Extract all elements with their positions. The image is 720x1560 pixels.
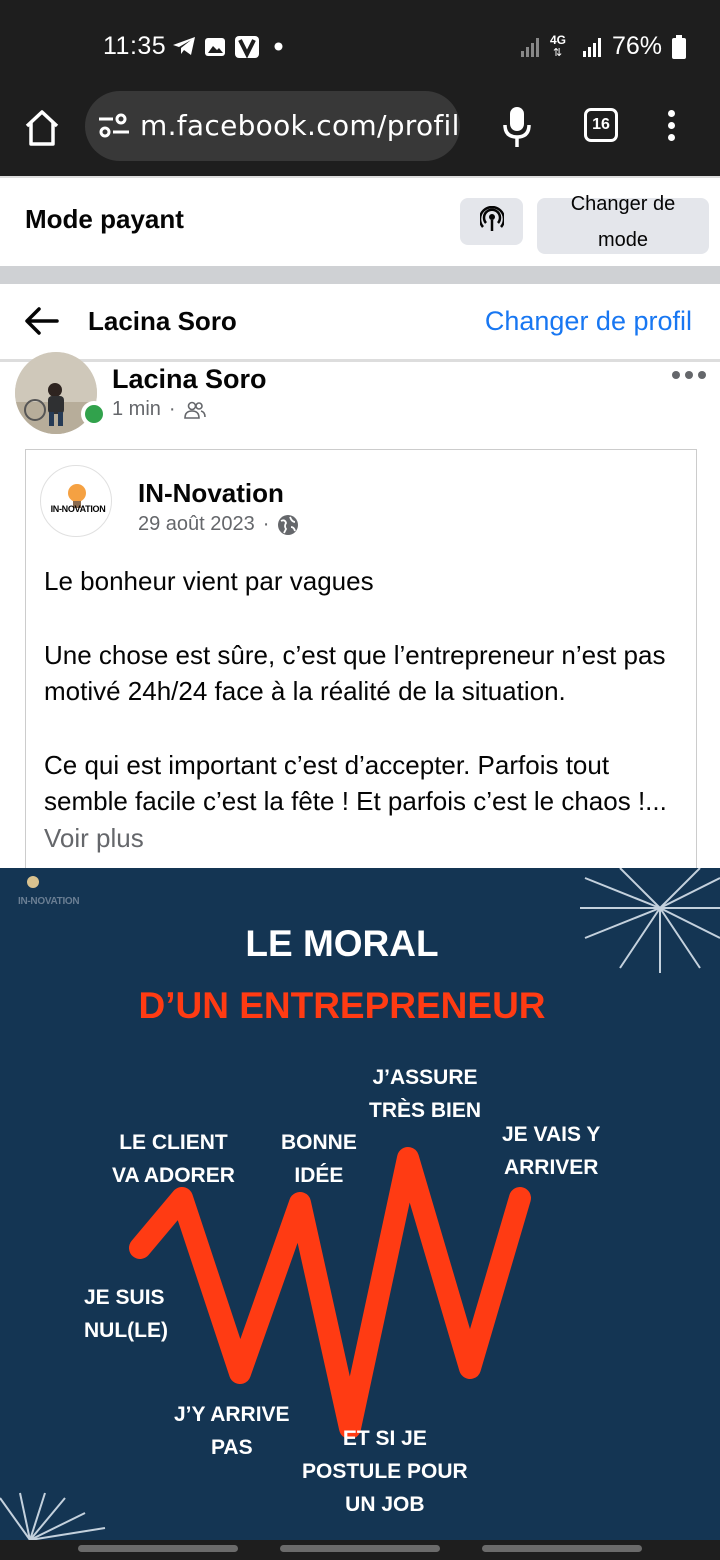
meta-separator: · <box>168 398 176 420</box>
shared-post-card[interactable]: IN-NOVATION IN-Novation 29 août 2023 · L… <box>25 449 697 869</box>
label-line: JE SUIS <box>84 1286 165 1309</box>
profile-name: Lacina Soro <box>88 306 237 336</box>
broadcast-button[interactable] <box>460 198 523 245</box>
page-logo[interactable]: IN-NOVATION <box>40 465 112 537</box>
battery-percent: 76% <box>611 32 662 60</box>
label-line: J’ASSURE <box>372 1066 478 1089</box>
post-paragraph: Une chose est sûre, c’est que l’entrepre… <box>44 639 666 707</box>
shared-page-name[interactable]: IN-Novation <box>138 478 284 509</box>
post-author-name[interactable]: Lacina Soro <box>112 364 267 395</box>
site-settings-icon[interactable] <box>97 113 131 139</box>
page-logo-text: IN-NOVATION <box>50 504 106 514</box>
address-bar[interactable]: m.facebook.com/profile <box>85 91 460 161</box>
lightbulb-logo-icon <box>68 484 86 508</box>
battery-icon <box>672 34 686 59</box>
profile-header: Lacina Soro Changer de profil <box>0 284 720 362</box>
data-arrows-icon: ⇅ <box>552 46 563 59</box>
status-bar: 11:35 4G ⇅ 76% <box>0 0 720 88</box>
label-line: PAS <box>210 1436 253 1459</box>
telegram-icon <box>173 37 195 55</box>
shared-post-meta: 29 août 2023 · <box>138 513 299 536</box>
post-paragraph-last: Ce qui est important c’est d’accepter. P… <box>44 747 684 857</box>
label-vais-arriver: JE VAIS Y ARRIVER <box>502 1118 600 1184</box>
app-v-icon <box>235 36 259 59</box>
label-line: LE CLIENT <box>119 1131 228 1154</box>
label-je-suis-nul: JE SUIS NUL(LE) <box>84 1281 168 1347</box>
signal-icon <box>520 37 539 57</box>
label-assure-tres-bien: J’ASSURE TRÈS BIEN <box>369 1061 481 1127</box>
label-line: BONNE <box>281 1131 357 1154</box>
status-right: 4G ⇅ 76% <box>520 32 686 61</box>
friends-audience-icon[interactable] <box>183 401 206 419</box>
network-label: 4G <box>549 32 566 47</box>
label-client-adorer: LE CLIENT VA ADORER <box>112 1126 235 1192</box>
mood-wave <box>129 1147 531 1439</box>
shared-meta-separator: · <box>262 513 270 535</box>
system-nav-bar <box>0 1540 720 1560</box>
post-options-icon[interactable] <box>672 371 708 383</box>
change-mode-button[interactable]: Changer de mode <box>537 193 709 254</box>
paid-mode-bar: Mode payant Changer de mode <box>0 176 720 266</box>
label-line: JE VAIS Y <box>502 1123 601 1146</box>
label-line: TRÈS BIEN <box>369 1099 482 1122</box>
post-image[interactable]: IN-NOVATION LE MORAL D’UN ENTREPRENEUR J… <box>0 868 720 1540</box>
tab-switcher-button[interactable]: 16 <box>584 108 618 142</box>
gallery-icon <box>205 38 225 56</box>
post-time[interactable]: 1 min <box>112 398 161 421</box>
url-text: m.facebook.com/profile <box>140 109 460 142</box>
image-title: LE MORAL <box>245 923 439 964</box>
post-paragraph: Le bonheur vient par vagues <box>44 566 374 596</box>
mode-title: Mode payant <box>25 204 184 234</box>
post-paragraph-text: Ce qui est important c’est d’accepter. P… <box>44 749 667 817</box>
post-meta: 1 min · <box>112 398 206 421</box>
label-line: ET SI JE <box>342 1427 427 1450</box>
microphone-icon[interactable] <box>502 105 532 149</box>
network-type: 4G ⇅ <box>549 32 572 59</box>
dot-icon <box>274 42 283 51</box>
change-mode-label-1: Changer de <box>570 193 676 215</box>
broadcast-icon <box>480 206 504 231</box>
status-time: 11:35 <box>103 32 167 60</box>
signal-4g-icon <box>582 37 601 57</box>
shared-post-date[interactable]: 29 août 2023 <box>138 513 255 536</box>
change-mode-label-2: mode <box>597 229 649 251</box>
label-line: ARRIVER <box>503 1156 599 1179</box>
post-body: Le bonheur vient par vagues Une chose es… <box>44 563 684 856</box>
label-line: POSTULE POUR <box>302 1460 468 1483</box>
label-postule-job: ET SI JE POSTULE POUR UN JOB <box>302 1422 468 1521</box>
nav-handle-right[interactable] <box>482 1545 642 1552</box>
section-divider <box>0 266 720 284</box>
label-line: IDÉE <box>294 1164 344 1187</box>
burst-decoration-bottom <box>0 1492 106 1540</box>
globe-icon[interactable] <box>277 514 299 536</box>
switch-profile-link[interactable]: Changer de profil <box>485 306 692 337</box>
image-brand-text: IN-NOVATION <box>18 896 80 907</box>
back-arrow-icon[interactable] <box>24 306 60 336</box>
label-bonne-idee: BONNE IDÉE <box>281 1126 357 1192</box>
online-status-dot <box>81 401 107 427</box>
nav-handle-center[interactable] <box>280 1545 440 1552</box>
home-icon[interactable] <box>24 108 60 148</box>
nav-handle-left[interactable] <box>78 1545 238 1552</box>
label-jy-arrive-pas: J’Y ARRIVE PAS <box>174 1398 290 1464</box>
label-line: NUL(LE) <box>84 1319 168 1342</box>
label-line: UN JOB <box>345 1493 425 1516</box>
label-line: J’Y ARRIVE <box>174 1403 290 1426</box>
browser-menu-icon[interactable] <box>666 110 676 144</box>
brand-bulb-icon <box>27 876 39 888</box>
tab-count: 16 <box>592 116 610 133</box>
label-line: VA ADORER <box>112 1164 235 1187</box>
browser-toolbar: m.facebook.com/profile 16 <box>0 88 720 176</box>
see-more-link[interactable]: Voir plus <box>44 823 144 853</box>
image-subtitle: D’UN ENTREPRENEUR <box>138 985 546 1026</box>
